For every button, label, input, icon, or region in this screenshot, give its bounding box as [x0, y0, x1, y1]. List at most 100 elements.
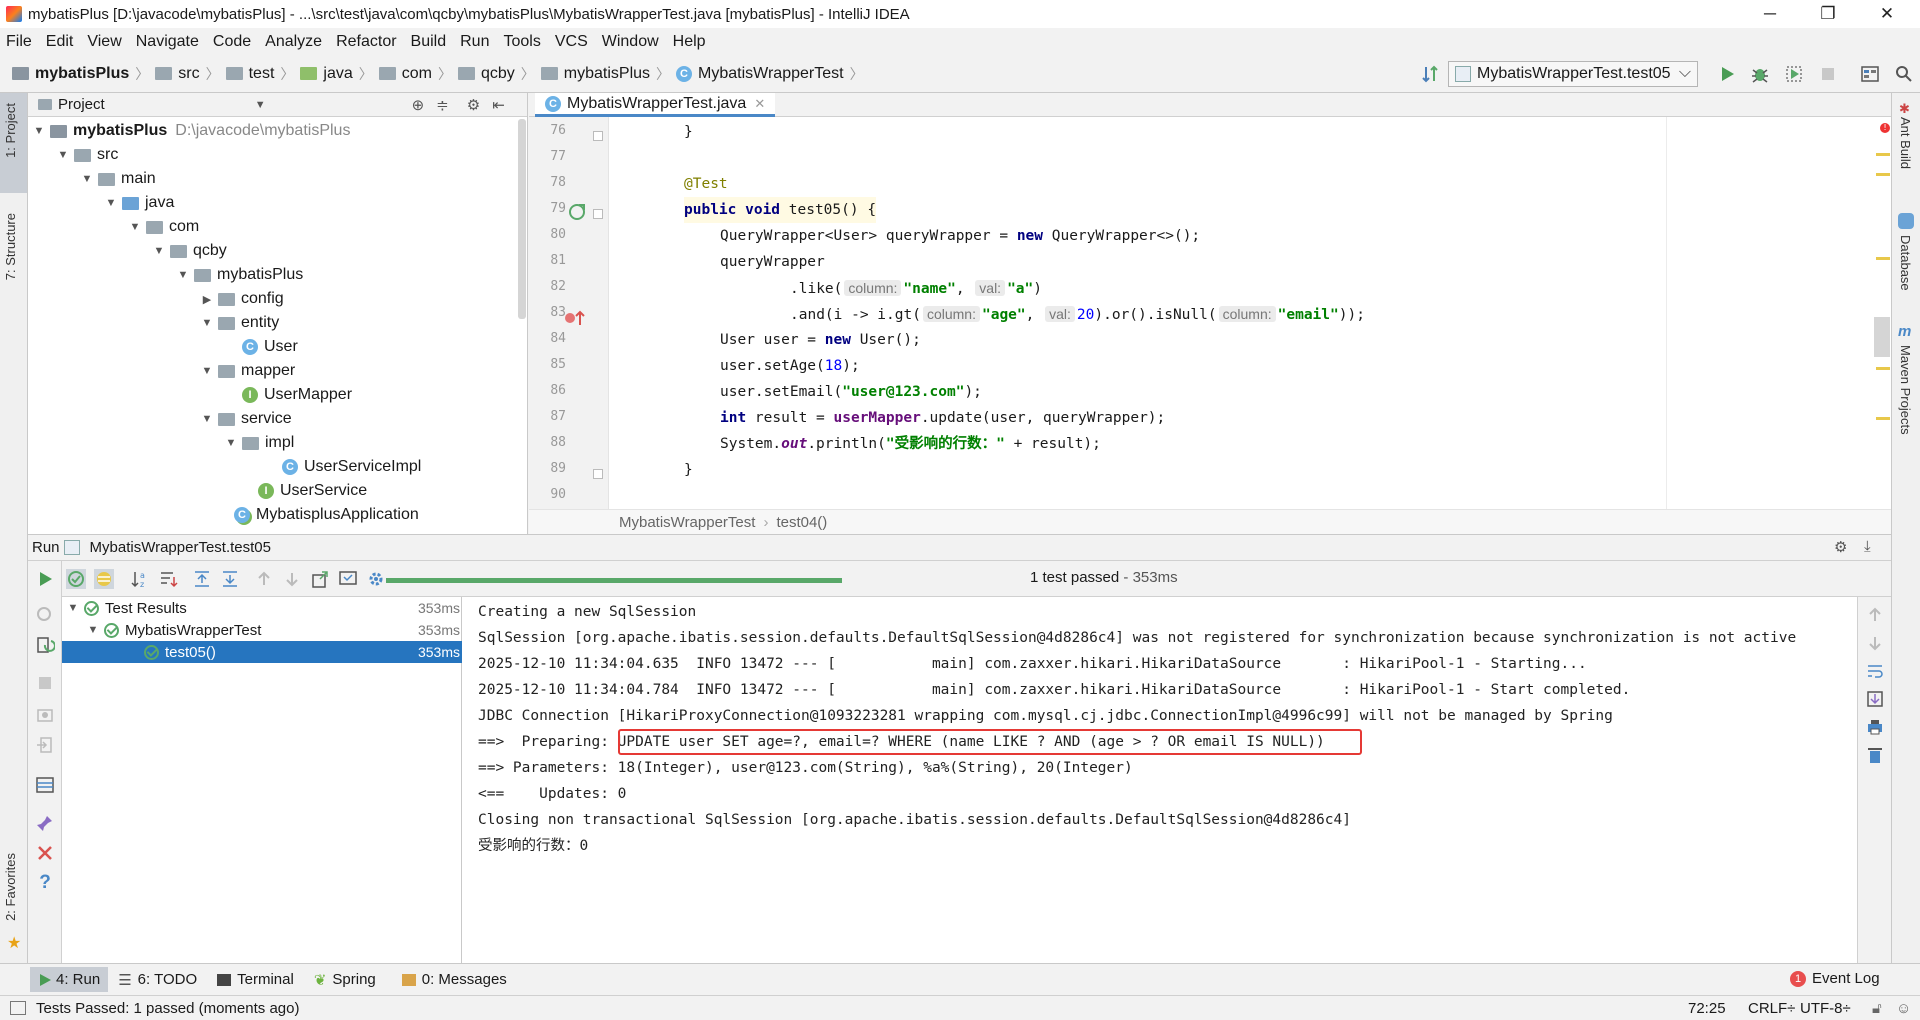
tab-todo[interactable]: ☰ 6: TODO	[118, 971, 197, 989]
locate-icon[interactable]: ⊕	[412, 96, 425, 114]
tab-maven-projects[interactable]: Maven Projects	[1898, 345, 1913, 435]
tree-node-impl[interactable]: ▼ impl	[224, 431, 295, 455]
debug-icon[interactable]	[1748, 62, 1772, 86]
tab-ant-build[interactable]: Ant Build	[1898, 117, 1913, 169]
project-view-select[interactable]: Project	[58, 96, 105, 113]
sort-alphabetically-icon[interactable]: az	[128, 567, 152, 591]
editor-tab-mybatiswrappertest[interactable]: C MybatisWrapperTest.java ✕	[535, 93, 776, 117]
collapse-all-icon[interactable]	[218, 567, 242, 591]
tree-node-java[interactable]: ▼ java	[104, 191, 175, 215]
tree-node-src[interactable]: ▼ src	[56, 143, 119, 167]
sort-by-duration-icon[interactable]	[156, 567, 180, 591]
event-log-button[interactable]: 1 Event Log	[1790, 970, 1880, 987]
tree-node-mybatisplus-pkg[interactable]: ▼ mybatisPlus	[176, 263, 304, 287]
rerun-failed-icon[interactable]	[33, 601, 57, 625]
fold-marker-icon[interactable]	[593, 469, 603, 479]
tree-node-mybatisplus[interactable]: ▼ mybatisPlus D:\javacode\mybatisPlus	[32, 119, 351, 143]
warning-marker[interactable]	[1876, 367, 1890, 370]
test-row-results[interactable]: ▼ Test Results 353ms	[62, 597, 462, 619]
search-everywhere-icon[interactable]	[1892, 62, 1916, 86]
pin-tab-icon[interactable]	[33, 811, 57, 835]
breadcrumb-class[interactable]: MybatisWrapperTest	[619, 514, 755, 531]
line-separator[interactable]: CRLF÷	[1748, 1000, 1795, 1017]
hide-panel-icon[interactable]: ⇤	[492, 96, 505, 114]
caret-position[interactable]: 72:25	[1688, 1000, 1726, 1017]
breadcrumb-test[interactable]: test 〉	[225, 64, 294, 84]
gear-icon[interactable]: ⚙	[467, 96, 480, 114]
show-passed-icon[interactable]	[64, 567, 88, 591]
project-structure-icon[interactable]	[1858, 62, 1882, 86]
stop-icon[interactable]	[33, 671, 57, 695]
dump-threads-icon[interactable]	[33, 703, 57, 727]
breadcrumb-method[interactable]: test04()	[776, 514, 827, 531]
tree-node-entity[interactable]: ▼ entity	[200, 311, 280, 335]
breadcrumb-java[interactable]: java 〉	[300, 64, 373, 84]
breadcrumb-src[interactable]: src 〉	[155, 64, 220, 84]
help-icon[interactable]: ?	[33, 871, 57, 895]
breadcrumb-mybatisplus[interactable]: mybatisPlus 〉	[12, 64, 149, 84]
menu-file[interactable]: File	[6, 33, 32, 51]
project-scrollbar[interactable]	[518, 119, 526, 319]
chevron-down-icon[interactable]: ▼	[255, 99, 266, 111]
tree-node-user[interactable]: C User	[242, 335, 298, 359]
tab-favorites[interactable]: 2: Favorites	[3, 853, 18, 921]
tree-node-service[interactable]: ▼ service	[200, 407, 292, 431]
menu-help[interactable]: Help	[673, 33, 706, 51]
hide-panel-icon[interactable]: ⤓	[1864, 538, 1871, 555]
expand-all-icon[interactable]	[190, 567, 214, 591]
clear-all-icon[interactable]	[1863, 743, 1887, 767]
breadcrumb-mybatiswrappertest[interactable]: C MybatisWrapperTest 〉	[676, 64, 864, 84]
warning-marker[interactable]	[1876, 417, 1890, 420]
tab-run[interactable]: 4: Run	[30, 967, 109, 992]
tab-spring[interactable]: ❦ Spring	[314, 971, 376, 989]
code-area[interactable]: } @Test public void test05() { QueryWrap…	[610, 117, 1891, 509]
fold-marker-icon[interactable]	[593, 131, 603, 141]
tab-messages[interactable]: 0: Messages	[401, 971, 507, 988]
menu-navigate[interactable]: Navigate	[136, 33, 199, 51]
soft-wrap-icon[interactable]	[1863, 659, 1887, 683]
menu-build[interactable]: Build	[411, 33, 447, 51]
run-icon[interactable]	[1715, 62, 1739, 86]
method-override-gutter-icon[interactable]	[563, 307, 587, 329]
scroll-to-end-icon[interactable]	[1863, 687, 1887, 711]
show-ignored-icon[interactable]	[92, 567, 116, 591]
breadcrumb-com[interactable]: com 〉	[378, 64, 452, 84]
editor-scrollbar-thumb[interactable]	[1874, 317, 1890, 357]
warning-marker[interactable]	[1876, 257, 1890, 260]
toggle-tool-windows-icon[interactable]	[10, 1001, 26, 1015]
tree-node-main[interactable]: ▼ main	[80, 167, 156, 191]
file-encoding[interactable]: UTF-8÷	[1800, 1000, 1851, 1017]
run-configuration-select[interactable]: MybatisWrapperTest.test05 ⌵	[1448, 61, 1698, 87]
warning-marker[interactable]	[1876, 153, 1890, 156]
menu-vcs[interactable]: VCS	[555, 33, 588, 51]
build-project-icon[interactable]	[1418, 62, 1442, 86]
collapse-all-icon[interactable]: ≑	[436, 96, 449, 114]
tab-project[interactable]: 1: Project	[3, 103, 18, 158]
tree-node-com[interactable]: ▼ com	[128, 215, 200, 239]
tree-node-usermapper[interactable]: I UserMapper	[242, 383, 352, 407]
tree-node-userservice[interactable]: I UserService	[258, 479, 367, 503]
run-test-gutter-icon[interactable]	[567, 201, 589, 223]
menu-tools[interactable]: Tools	[503, 33, 540, 51]
maximize-button[interactable]: ❐	[1805, 0, 1851, 28]
scroll-up-icon[interactable]	[1863, 603, 1887, 627]
tab-structure[interactable]: 7: Structure	[3, 213, 18, 280]
error-indicator-icon[interactable]: !	[1880, 123, 1890, 133]
lock-icon[interactable]: 🔓︎	[1872, 1000, 1882, 1017]
import-results-icon[interactable]	[336, 567, 360, 591]
toggle-auto-test-icon[interactable]	[33, 633, 57, 657]
run-tab-config[interactable]: MybatisWrapperTest.test05	[90, 539, 271, 556]
menu-edit[interactable]: Edit	[46, 33, 74, 51]
close-run-icon[interactable]	[33, 841, 57, 865]
restore-layout-icon[interactable]	[33, 773, 57, 797]
test-row-class[interactable]: ▼ MybatisWrapperTest 353ms	[62, 619, 462, 641]
rerun-icon[interactable]	[33, 567, 57, 591]
print-icon[interactable]	[1863, 715, 1887, 739]
run-with-coverage-icon[interactable]	[1782, 62, 1806, 86]
close-tab-icon[interactable]: ✕	[754, 96, 765, 112]
minimize-button[interactable]: ─	[1747, 0, 1793, 28]
tree-node-mybatisplusapplication[interactable]: C MybatisplusApplication	[234, 503, 419, 527]
menu-refactor[interactable]: Refactor	[336, 33, 396, 51]
close-button[interactable]: ✕	[1864, 0, 1910, 28]
fold-marker-icon[interactable]	[593, 209, 603, 219]
